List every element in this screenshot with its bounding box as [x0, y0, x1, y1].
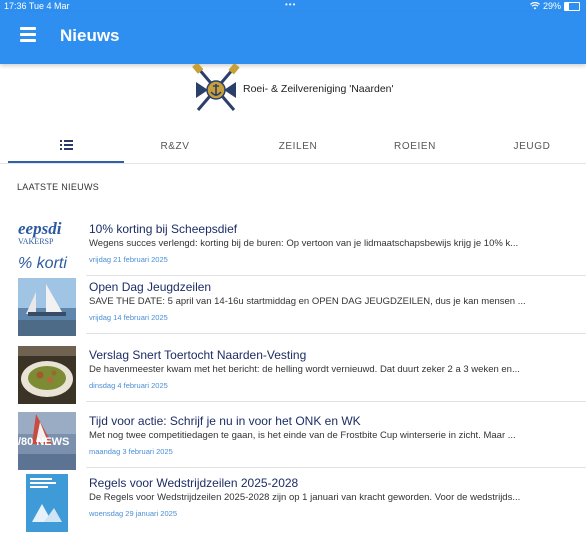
news-snippet: SAVE THE DATE: 5 april van 14-16u startm… [89, 296, 526, 307]
divider [86, 275, 586, 276]
tab-rzv[interactable]: R&ZV [140, 136, 210, 162]
news-snippet: Met nog twee competitiedagen te gaan, is… [89, 430, 516, 441]
news-title: Open Dag Jeugdzeilen [89, 280, 212, 294]
news-snippet: Wegens succes verlengd: korting bij de b… [89, 238, 519, 249]
thumb-text-2: % korti [18, 255, 67, 272]
news-thumbnail: eepsdi VAKERSP % korti [18, 220, 76, 278]
multitask-dots[interactable]: ••• [285, 0, 296, 11]
tab-jeugd[interactable]: JEUGD [492, 136, 572, 162]
news-item[interactable]: /80 NEWS Tijd voor actie: Schrijf je nu … [0, 412, 586, 476]
news-item[interactable]: Verslag Snert Toertocht Naarden-Vesting … [0, 346, 586, 410]
thumb-text-1: eepsdi [18, 220, 62, 238]
divider [86, 467, 586, 468]
svg-text:VAKERSP: VAKERSP [18, 237, 54, 246]
wifi-icon [530, 2, 540, 10]
news-date: vrijdag 14 februari 2025 [89, 313, 168, 322]
battery-icon [564, 1, 580, 11]
news-item[interactable]: Open Dag Jeugdzeilen SAVE THE DATE: 5 ap… [0, 278, 586, 342]
news-date: vrijdag 21 februari 2025 [89, 255, 168, 264]
club-header: Roei- & Zeilvereniging 'Naarden' [0, 64, 586, 128]
news-date: dinsdag 4 februari 2025 [89, 381, 168, 390]
news-thumbnail [18, 346, 76, 404]
tab-all[interactable] [8, 136, 124, 162]
status-right: 29% [530, 0, 580, 12]
news-snippet: De Regels voor Wedstrijdzeilen 2025-2028… [89, 492, 521, 503]
news-title: Tijd voor actie: Schrijf je nu in voor h… [89, 414, 361, 428]
news-date: maandag 3 februari 2025 [89, 447, 173, 456]
tab-bar: R&ZV ZEILEN ROEIEN JEUGD [0, 136, 586, 162]
club-name: Roei- & Zeilvereniging 'Naarden' [243, 83, 394, 95]
divider [86, 333, 586, 334]
news-snippet: De havenmeester kwam met het bericht: de… [89, 364, 520, 375]
status-time: 17:36 Tue 4 Mar [4, 1, 70, 11]
thumb-text-1: /80 NEWS [18, 436, 69, 448]
list-icon [59, 140, 73, 150]
news-title: 10% korting bij Scheepsdief [89, 222, 238, 236]
tab-roeien[interactable]: ROEIEN [375, 136, 455, 162]
news-thumbnail [18, 278, 76, 336]
news-title: Regels voor Wedstrijdzeilen 2025-2028 [89, 476, 299, 490]
app-bar: Nieuws [0, 12, 586, 64]
battery-percent: 29% [542, 1, 561, 11]
tab-zeilen[interactable]: ZEILEN [258, 136, 338, 162]
news-item[interactable]: eepsdi VAKERSP % korti 10% korting bij S… [0, 220, 586, 284]
divider [86, 401, 586, 402]
status-bar: 17:36 Tue 4 Mar ••• 29% [0, 0, 586, 12]
news-title: Verslag Snert Toertocht Naarden-Vesting [89, 348, 307, 362]
news-thumbnail: /80 NEWS [18, 412, 76, 470]
section-title: LAATSTE NIEUWS [17, 182, 100, 192]
hamburger-menu-icon[interactable] [16, 25, 40, 47]
news-thumbnail [18, 474, 76, 532]
tab-divider [0, 163, 586, 164]
news-date: woensdag 29 januari 2025 [89, 509, 177, 518]
club-logo-icon [192, 64, 240, 111]
news-item[interactable]: Regels voor Wedstrijdzeilen 2025-2028 De… [0, 474, 586, 538]
page-title: Nieuws [60, 26, 120, 45]
